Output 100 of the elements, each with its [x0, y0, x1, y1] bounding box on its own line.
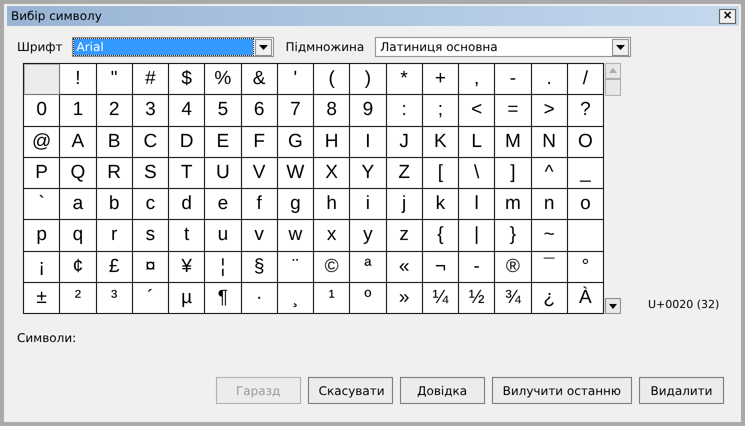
character-cell[interactable]	[24, 64, 60, 96]
character-cell[interactable]: '	[278, 64, 314, 96]
character-cell[interactable]: ¥	[169, 252, 206, 283]
character-cell[interactable]: t	[169, 220, 206, 252]
dialog-button[interactable]: Скасувати	[308, 377, 393, 404]
character-cell[interactable]: £	[96, 252, 133, 283]
subset-dropdown[interactable]: Латиниця основна	[375, 37, 632, 57]
character-cell[interactable]: K	[422, 126, 459, 158]
character-cell[interactable]: p	[24, 220, 60, 252]
character-cell[interactable]: Q	[60, 158, 96, 189]
character-cell[interactable]: U	[205, 158, 242, 189]
character-cell[interactable]: G	[278, 126, 314, 158]
character-cell[interactable]: °	[568, 252, 604, 283]
character-cell[interactable]: =	[495, 95, 532, 126]
character-cell[interactable]: |	[459, 220, 496, 252]
character-cell[interactable]: )	[350, 64, 386, 96]
character-cell[interactable]: j	[386, 189, 423, 220]
character-cell[interactable]: g	[278, 189, 314, 220]
character-cell[interactable]: V	[242, 158, 278, 189]
dialog-button[interactable]: Вилучити останню	[492, 377, 632, 404]
character-cell[interactable]: º	[350, 282, 386, 314]
character-cell[interactable]: 8	[314, 95, 350, 126]
character-cell[interactable]: «	[386, 252, 423, 283]
character-cell[interactable]: 5	[205, 95, 242, 126]
character-cell[interactable]: ,	[459, 64, 496, 96]
character-cell[interactable]: R	[96, 158, 133, 189]
scroll-thumb[interactable]	[605, 79, 621, 96]
character-cell[interactable]: :	[386, 95, 423, 126]
character-cell[interactable]: 0	[24, 95, 60, 126]
character-cell[interactable]: ;	[422, 95, 459, 126]
character-cell[interactable]: z	[386, 220, 423, 252]
character-cell[interactable]: $	[169, 64, 206, 96]
character-cell[interactable]: I	[350, 126, 386, 158]
character-cell[interactable]: Y	[350, 158, 386, 189]
character-cell[interactable]: ©	[314, 252, 350, 283]
character-cell[interactable]: L	[459, 126, 496, 158]
character-cell[interactable]: ²	[60, 282, 96, 314]
character-cell[interactable]: e	[205, 189, 242, 220]
character-cell[interactable]: *	[386, 64, 423, 96]
character-cell[interactable]: q	[60, 220, 96, 252]
character-cell[interactable]: ¦	[205, 252, 242, 283]
character-cell[interactable]: ¨	[278, 252, 314, 283]
character-cell[interactable]: /	[568, 64, 604, 96]
character-cell[interactable]: w	[278, 220, 314, 252]
character-cell[interactable]: #	[132, 64, 169, 96]
character-cell[interactable]	[568, 220, 604, 252]
character-cell[interactable]: o	[568, 189, 604, 220]
character-cell[interactable]: A	[60, 126, 96, 158]
character-cell[interactable]: µ	[169, 282, 206, 314]
character-cell[interactable]: .	[532, 64, 568, 96]
character-cell[interactable]: k	[422, 189, 459, 220]
character-cell[interactable]: ½	[459, 282, 496, 314]
close-button[interactable]: ✕	[719, 8, 736, 24]
character-cell[interactable]: Z	[386, 158, 423, 189]
character-cell[interactable]: &	[242, 64, 278, 96]
character-cell[interactable]: >	[532, 95, 568, 126]
character-cell[interactable]: f	[242, 189, 278, 220]
character-cell[interactable]: x	[314, 220, 350, 252]
character-cell[interactable]: B	[96, 126, 133, 158]
dialog-button[interactable]: Видалити	[639, 377, 724, 404]
character-cell[interactable]: i	[350, 189, 386, 220]
character-cell[interactable]: _	[568, 158, 604, 189]
character-cell[interactable]: À	[568, 282, 604, 314]
character-cell[interactable]: 2	[96, 95, 133, 126]
character-cell[interactable]: +	[422, 64, 459, 96]
character-cell[interactable]: @	[24, 126, 60, 158]
character-cell[interactable]: »	[386, 282, 423, 314]
character-cell[interactable]: "	[96, 64, 133, 96]
character-cell[interactable]: ¼	[422, 282, 459, 314]
character-cell[interactable]: ´	[132, 282, 169, 314]
character-cell[interactable]: \	[459, 158, 496, 189]
character-cell[interactable]: ®	[495, 252, 532, 283]
character-cell[interactable]: n	[532, 189, 568, 220]
character-cell[interactable]: J	[386, 126, 423, 158]
character-cell[interactable]: 4	[169, 95, 206, 126]
character-cell[interactable]: 1	[60, 95, 96, 126]
character-cell[interactable]: b	[96, 189, 133, 220]
character-cell[interactable]: ³	[96, 282, 133, 314]
character-cell[interactable]: 9	[350, 95, 386, 126]
character-cell[interactable]: M	[495, 126, 532, 158]
character-cell[interactable]: T	[169, 158, 206, 189]
character-cell[interactable]: ~	[532, 220, 568, 252]
character-cell[interactable]: !	[60, 64, 96, 96]
character-cell[interactable]: -	[459, 252, 496, 283]
character-cell[interactable]: 6	[242, 95, 278, 126]
character-cell[interactable]: ¶	[205, 282, 242, 314]
character-cell[interactable]: H	[314, 126, 350, 158]
character-cell[interactable]: 7	[278, 95, 314, 126]
character-cell[interactable]: ¯	[532, 252, 568, 283]
character-cell[interactable]: D	[169, 126, 206, 158]
character-cell[interactable]: %	[205, 64, 242, 96]
character-cell[interactable]: ^	[532, 158, 568, 189]
character-cell[interactable]: m	[495, 189, 532, 220]
character-cell[interactable]: O	[568, 126, 604, 158]
character-cell[interactable]: ¾	[495, 282, 532, 314]
character-cell[interactable]: `	[24, 189, 60, 220]
character-cell[interactable]: P	[24, 158, 60, 189]
character-cell[interactable]: W	[278, 158, 314, 189]
character-cell[interactable]: v	[242, 220, 278, 252]
character-cell[interactable]: s	[132, 220, 169, 252]
